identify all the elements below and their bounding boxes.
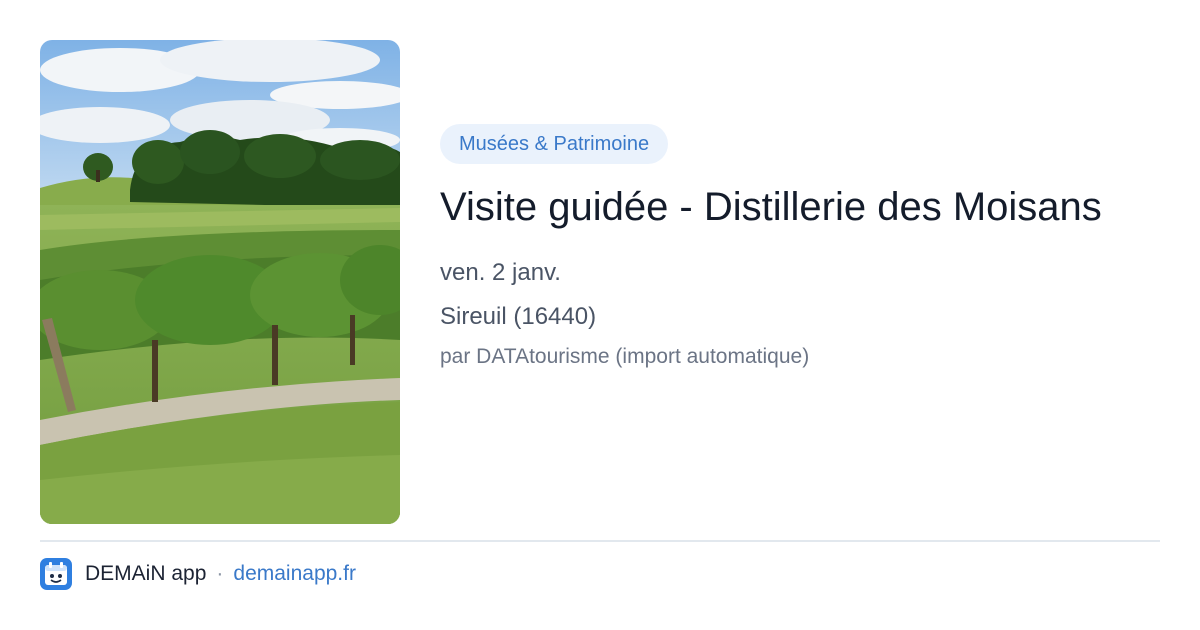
footer-separator: ·	[216, 562, 224, 585]
event-location: Sireuil (16440)	[440, 303, 597, 330]
footer: DEMAiN app · demainapp.fr	[40, 558, 356, 590]
app-domain-link[interactable]: demainapp.fr	[233, 562, 356, 586]
event-photo	[40, 40, 400, 524]
demain-app-icon	[40, 558, 72, 590]
event-title[interactable]: Visite guidée - Distillerie des Moisans	[440, 183, 1140, 231]
event-info: Musées & Patrimoine Visite guidée - Dist…	[440, 124, 1140, 371]
footer-divider	[40, 540, 1160, 542]
event-source: par DATAtourisme (import automatique)	[440, 345, 810, 368]
app-name: DEMAiN app	[85, 562, 207, 585]
event-date: ven. 2 janv.	[440, 259, 561, 286]
category-badge[interactable]: Musées & Patrimoine	[440, 124, 669, 164]
